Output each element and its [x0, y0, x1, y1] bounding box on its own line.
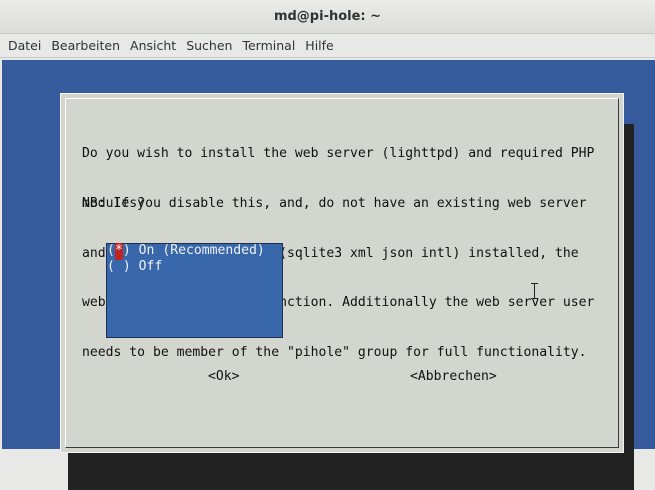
install-web-server-dialog: Do you wish to install the web server (l…	[60, 93, 624, 453]
note-line: needs to be member of the "pihole" group…	[82, 344, 587, 360]
radio-option-on[interactable]: (*) On (Recommended)	[107, 243, 265, 260]
ok-button[interactable]: <Ok>	[208, 369, 240, 386]
dialog-frame: Do you wish to install the web server (l…	[65, 98, 619, 448]
window-titlebar[interactable]: md@pi-hole: ~	[0, 0, 655, 34]
menu-terminal[interactable]: Terminal	[237, 35, 300, 57]
menu-ansicht[interactable]: Ansicht	[125, 35, 181, 57]
menu-datei[interactable]: Datei	[3, 35, 46, 57]
radio-list: (*) On (Recommended) ( ) Off	[106, 243, 283, 338]
terminal-area[interactable]: Do you wish to install the web server (l…	[2, 60, 655, 490]
note-line: NB: If you disable this, and, do not hav…	[82, 196, 587, 211]
menu-bar: Datei Bearbeiten Ansicht Suchen Terminal…	[0, 34, 655, 58]
window-title: md@pi-hole: ~	[273, 9, 382, 24]
menu-suchen[interactable]: Suchen	[181, 35, 237, 57]
radio-selected-marker: *	[114, 243, 123, 260]
cancel-button[interactable]: <Abbrechen>	[410, 369, 497, 386]
menu-bearbeiten[interactable]: Bearbeiten	[46, 35, 125, 57]
radio-option-off[interactable]: ( ) Off	[107, 259, 162, 276]
text-cursor-icon	[531, 283, 539, 299]
radio-option-label: Off	[138, 259, 163, 274]
question-line: Do you wish to install the web server (l…	[82, 146, 595, 161]
radio-unselected-marker	[115, 259, 123, 276]
radio-option-label: On (Recommended)	[138, 243, 265, 258]
menu-hilfe[interactable]: Hilfe	[300, 35, 338, 57]
